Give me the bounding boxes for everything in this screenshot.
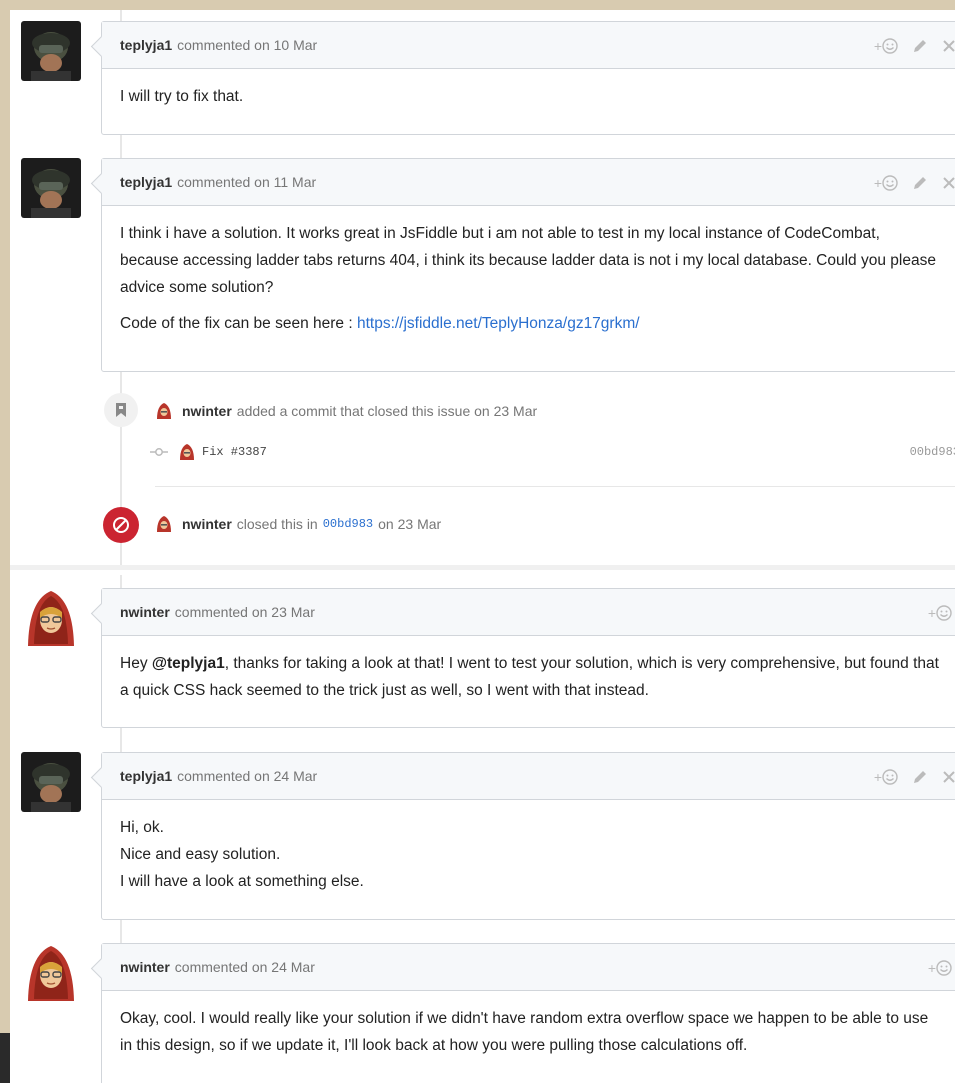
- comment-text-pre: Hey: [120, 655, 152, 672]
- comment-text: I will try to fix that.: [120, 88, 244, 105]
- comment-text: Hey @teplyja1, thanks for taking a look …: [120, 650, 942, 704]
- event-date[interactable]: on 23 Mar: [378, 516, 441, 532]
- comment-timestamp[interactable]: commented on 10 Mar: [177, 37, 317, 53]
- pencil-icon: [914, 39, 926, 52]
- comment-card: teplyja1 commented on 24 Mar + Hi, ok. N…: [101, 752, 955, 920]
- event-actor[interactable]: nwinter: [182, 516, 232, 532]
- edit-comment-button[interactable]: [912, 769, 928, 785]
- commit-event: nwinter added a commit that closed this …: [155, 402, 537, 420]
- add-reaction-button[interactable]: +: [874, 175, 898, 191]
- comment-actions: +: [860, 753, 955, 800]
- add-reaction-label: +: [873, 174, 882, 191]
- avatar-teplyja1[interactable]: [21, 158, 81, 218]
- commit-event-badge: [104, 393, 138, 427]
- comment-card: nwinter commented on 23 Mar + Hey @teply…: [101, 588, 955, 728]
- delete-comment-button[interactable]: [942, 770, 955, 784]
- git-commit-icon: [150, 448, 168, 456]
- comment-line: Hi, ok.: [120, 819, 164, 836]
- comment-timestamp[interactable]: commented on 24 Mar: [175, 959, 315, 975]
- commit-sha[interactable]: 00bd983: [910, 445, 955, 459]
- comment-author[interactable]: teplyja1: [120, 768, 172, 784]
- comment-actions: +: [914, 589, 955, 636]
- add-reaction-button[interactable]: +: [928, 960, 952, 976]
- close-icon: [943, 770, 955, 783]
- comment-author[interactable]: nwinter: [120, 959, 170, 975]
- close-icon: [943, 39, 955, 52]
- event-actor[interactable]: nwinter: [182, 403, 232, 419]
- comment-timestamp[interactable]: commented on 11 Mar: [177, 174, 316, 190]
- comment-author[interactable]: teplyja1: [120, 174, 172, 190]
- comment-header: teplyja1 commented on 10 Mar +: [102, 22, 955, 69]
- add-reaction-label: +: [873, 768, 882, 785]
- add-reaction-button[interactable]: +: [874, 38, 898, 54]
- comment-author[interactable]: nwinter: [120, 604, 170, 620]
- avatar-nwinter[interactable]: [21, 943, 81, 1003]
- comment-body: I think i have a solution. It works grea…: [102, 206, 955, 351]
- comment-text: Code of the fix can be seen here : https…: [120, 310, 942, 337]
- comment-card: nwinter commented on 24 Mar + Okay, cool…: [101, 943, 955, 1083]
- smiley-icon: [936, 604, 952, 621]
- smiley-icon: [882, 37, 898, 54]
- add-reaction-button[interactable]: +: [874, 769, 898, 785]
- smiley-icon: [882, 174, 898, 191]
- bookmark-icon: [116, 403, 126, 417]
- smiley-icon: [882, 768, 898, 785]
- comment-header: nwinter commented on 24 Mar +: [102, 944, 955, 991]
- comment-header: teplyja1 commented on 24 Mar +: [102, 753, 955, 800]
- pencil-icon: [914, 176, 926, 189]
- delete-comment-button[interactable]: [942, 39, 955, 53]
- comment-body: Hi, ok. Nice and easy solution. I will h…: [102, 800, 955, 909]
- event-text: closed this in: [236, 516, 318, 532]
- add-reaction-label: +: [873, 37, 882, 54]
- comment-card: teplyja1 commented on 10 Mar + I will tr…: [101, 21, 955, 135]
- event-text: added a commit that closed this issue on…: [236, 403, 538, 419]
- avatar-teplyja1[interactable]: [21, 21, 81, 81]
- fix-prefix: Code of the fix can be seen here :: [120, 315, 357, 332]
- comment-actions: +: [914, 944, 955, 991]
- delete-comment-button[interactable]: [942, 176, 955, 190]
- add-reaction-label: +: [927, 959, 936, 976]
- commit-message[interactable]: Fix #3387: [202, 445, 267, 459]
- comment-text: I think i have a solution. It works grea…: [120, 225, 936, 296]
- divider: [155, 486, 955, 487]
- user-mention[interactable]: @teplyja1: [152, 655, 225, 672]
- comment-text-post: , thanks for taking a look at that! I we…: [120, 655, 939, 699]
- comment-card: teplyja1 commented on 11 Mar + I think i…: [101, 158, 955, 372]
- comment-body: Okay, cool. I would really like your sol…: [102, 991, 955, 1073]
- comment-header: nwinter commented on 23 Mar +: [102, 589, 955, 636]
- closed-circle-icon: [113, 517, 129, 533]
- comment-actions: +: [860, 22, 955, 69]
- comment-line: Nice and easy solution.: [120, 846, 281, 863]
- commit-row: Fix #3387 00bd983: [150, 437, 955, 467]
- avatar-nwinter-small[interactable]: [155, 515, 173, 533]
- comment-body: I will try to fix that.: [102, 69, 955, 124]
- comment-body: Hey @teplyja1, thanks for taking a look …: [102, 636, 955, 718]
- avatar-nwinter[interactable]: [21, 588, 81, 648]
- comment-text: Okay, cool. I would really like your sol…: [120, 1010, 929, 1054]
- window-edge: [0, 1033, 10, 1083]
- issue-timeline: teplyja1 commented on 10 Mar + I will tr…: [10, 10, 955, 1083]
- avatar-nwinter-small[interactable]: [155, 402, 173, 420]
- comment-actions: +: [860, 159, 955, 206]
- edit-comment-button[interactable]: [912, 175, 928, 191]
- comment-author[interactable]: teplyja1: [120, 37, 172, 53]
- avatar-nwinter-small[interactable]: [178, 443, 196, 461]
- comment-timestamp[interactable]: commented on 23 Mar: [175, 604, 315, 620]
- comment-timestamp[interactable]: commented on 24 Mar: [177, 768, 317, 784]
- add-reaction-label: +: [927, 604, 936, 621]
- smiley-icon: [936, 959, 952, 976]
- closed-event: nwinter closed this in 00bd983 on 23 Mar: [155, 515, 441, 533]
- edit-comment-button[interactable]: [912, 38, 928, 54]
- avatar-teplyja1[interactable]: [21, 752, 81, 812]
- comment-header: teplyja1 commented on 11 Mar +: [102, 159, 955, 206]
- jsfiddle-link[interactable]: https://jsfiddle.net/TeplyHonza/gz17grkm…: [357, 315, 640, 332]
- section-divider: [10, 565, 955, 570]
- closed-event-badge: [103, 507, 139, 543]
- pencil-icon: [914, 770, 926, 783]
- closed-commit-sha[interactable]: 00bd983: [323, 517, 373, 531]
- close-icon: [943, 176, 955, 189]
- add-reaction-button[interactable]: +: [928, 605, 952, 621]
- comment-line: I will have a look at something else.: [120, 873, 364, 890]
